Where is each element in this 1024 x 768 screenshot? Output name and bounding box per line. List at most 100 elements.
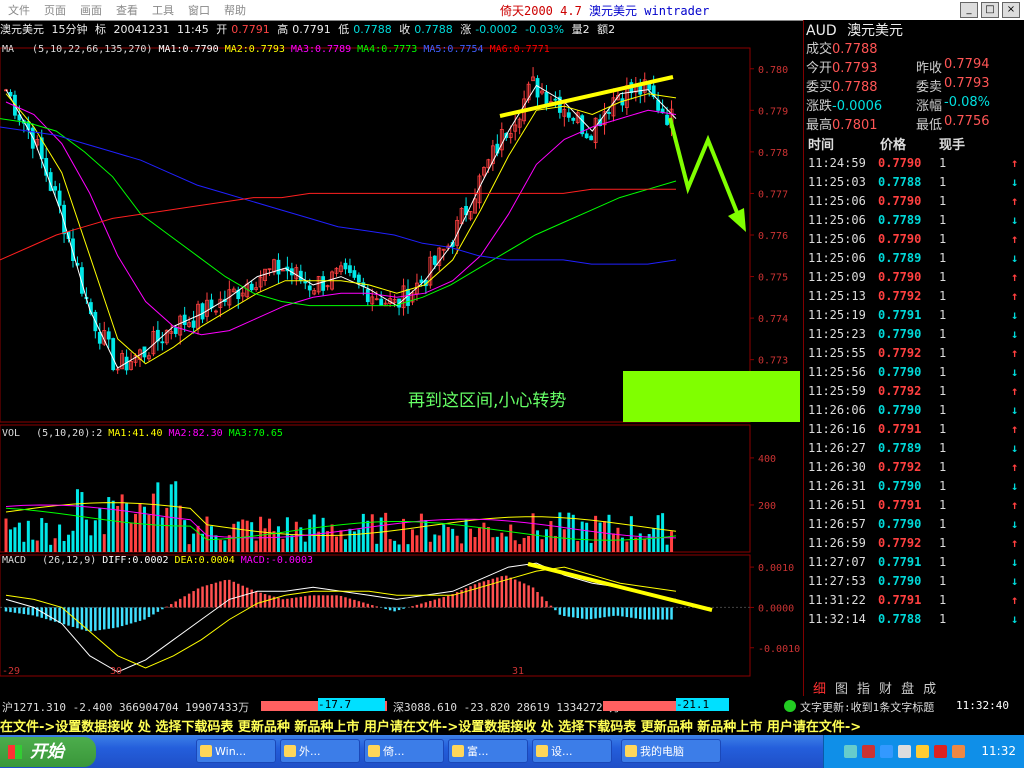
macd-diff-line (5, 562, 677, 673)
tick-row: 11:25:06 0.7790 1 ↑ (806, 232, 1022, 251)
volume-bar (629, 516, 633, 552)
taskbar: 开始 Win...外...倚...富...设...我的电脑文... 11:32 (0, 735, 1024, 768)
task-button[interactable]: Win... (196, 739, 276, 763)
panel-tab[interactable]: 财 (876, 678, 895, 697)
tick-time: 11:25:56 (808, 365, 866, 379)
tick-price: 0.7789 (878, 213, 922, 227)
forecast-arrow (668, 117, 742, 221)
volume-bar (169, 484, 173, 552)
volume-bar (527, 535, 531, 552)
volume-bar (223, 540, 227, 552)
tick-row: 11:25:06 0.7790 1 ↑ (806, 194, 1022, 213)
menu-window[interactable]: 窗口 (188, 2, 210, 18)
tick-volume: 1 (939, 365, 947, 379)
menu-file[interactable]: 文件 (8, 2, 30, 18)
volume-bar (13, 527, 17, 552)
panel-tab[interactable]: 成 (920, 678, 939, 697)
menu-help[interactable]: 帮助 (224, 2, 246, 18)
quote-value: 0.7788 (832, 42, 878, 57)
panel-tab[interactable]: 盘 (898, 678, 917, 697)
volume-bar (464, 519, 468, 552)
tick-row: 11:25:09 0.7790 1 ↑ (806, 270, 1022, 289)
menu-view[interactable]: 画面 (80, 2, 102, 18)
arrow-up-icon: ↑ (1011, 593, 1019, 607)
panel-tab[interactable]: 指 (854, 678, 873, 697)
candle-body (365, 289, 370, 303)
volume-bar (31, 539, 35, 552)
tick-row: 11:25:03 0.7788 1 ↓ (806, 175, 1022, 194)
volume-bar (437, 535, 441, 552)
ma-legend-item: MA4:0.7773 (357, 44, 417, 55)
tray-app-icon[interactable] (880, 745, 893, 758)
vol-legend-part: (5,10,20) (36, 428, 90, 439)
menu-tools[interactable]: 工具 (152, 2, 174, 18)
volume-bar (26, 520, 30, 552)
volume-bar (544, 529, 548, 552)
volume-bar (290, 535, 294, 552)
volume-bar (656, 515, 660, 552)
volume-bar (469, 528, 473, 552)
panel-tab[interactable]: 细 (810, 678, 829, 697)
tray-volume-icon[interactable] (916, 745, 929, 758)
chart-area[interactable]: 0.780 0.779 0.778 0.777 0.776 0.775 0.774 0.773… (0, 40, 803, 696)
quote-label: 委卖 (916, 80, 943, 95)
candle-body (432, 255, 437, 265)
vol-legend-part: VOL (2, 428, 20, 439)
arrow-down-icon: ↓ (1011, 308, 1019, 322)
task-button[interactable]: 富... (448, 739, 528, 763)
arrow-up-icon: ↑ (1011, 232, 1019, 246)
tick-row: 11:26:31 0.7790 1 ↓ (806, 479, 1022, 498)
candle-body (589, 135, 594, 141)
task-button[interactable]: 设... (532, 739, 612, 763)
menu-look[interactable]: 查看 (116, 2, 138, 18)
tick-time: 11:24:59 (808, 156, 866, 170)
volume-bar (406, 544, 410, 552)
volume-bar (455, 535, 459, 552)
volume-bar (402, 518, 406, 552)
volume-bar (58, 524, 62, 552)
tick-volume: 1 (939, 612, 947, 626)
volume-bar (84, 519, 88, 552)
tick-time: 11:27:53 (808, 574, 866, 588)
volume-bar (102, 534, 106, 552)
quote-label: 成交 (806, 42, 833, 57)
tray-k-icon[interactable] (862, 745, 875, 758)
minimize-button[interactable]: _ (960, 2, 978, 18)
candle-body (647, 83, 652, 91)
candle-body (200, 303, 205, 320)
ma-legend-item: MA5:0.7754 (423, 44, 483, 55)
task-button[interactable]: 倚... (364, 739, 444, 763)
task-button[interactable]: 我的电脑 (621, 739, 721, 763)
tick-row: 11:26:16 0.7791 1 ↑ (806, 422, 1022, 441)
volume-bar (361, 513, 365, 552)
volume-bar (531, 513, 535, 552)
candle-body (276, 259, 281, 275)
volume-bar (62, 540, 66, 552)
tick-volume: 1 (939, 403, 947, 417)
title-bar: 文件 页面 画面 查看 工具 窗口 帮助 倚天2000 4.7 澳元美元 win… (0, 0, 1024, 21)
period-label[interactable]: 15分钟 (52, 23, 88, 36)
change-value: -0.0002 (475, 23, 518, 36)
volume-bar (160, 517, 164, 552)
tray-input-icon[interactable] (898, 745, 911, 758)
x-axis-label: 31 (512, 666, 524, 677)
price-tick-label: 0.774 (758, 314, 788, 325)
tray-shield-icon[interactable] (934, 745, 947, 758)
volume-bar (303, 541, 307, 552)
tick-row: 11:25:59 0.7792 1 ↑ (806, 384, 1022, 403)
close-button[interactable]: × (1002, 2, 1020, 18)
maximize-button[interactable]: □ (981, 2, 999, 18)
volume-bar (670, 531, 674, 552)
volume-bar (339, 530, 343, 552)
tick-price: 0.7790 (878, 156, 922, 170)
start-button[interactable]: 开始 (0, 737, 96, 767)
menu-page[interactable]: 页面 (44, 2, 66, 18)
volume-bar (250, 522, 254, 552)
volume-bar (218, 539, 222, 552)
arrow-down-icon: ↓ (1011, 555, 1019, 569)
tick-row: 11:27:07 0.7791 1 ↓ (806, 555, 1022, 574)
tray-misc-icon[interactable] (952, 745, 965, 758)
tray-network-icon[interactable] (844, 745, 857, 758)
panel-tab[interactable]: 图 (832, 678, 851, 697)
task-button[interactable]: 外... (280, 739, 360, 763)
